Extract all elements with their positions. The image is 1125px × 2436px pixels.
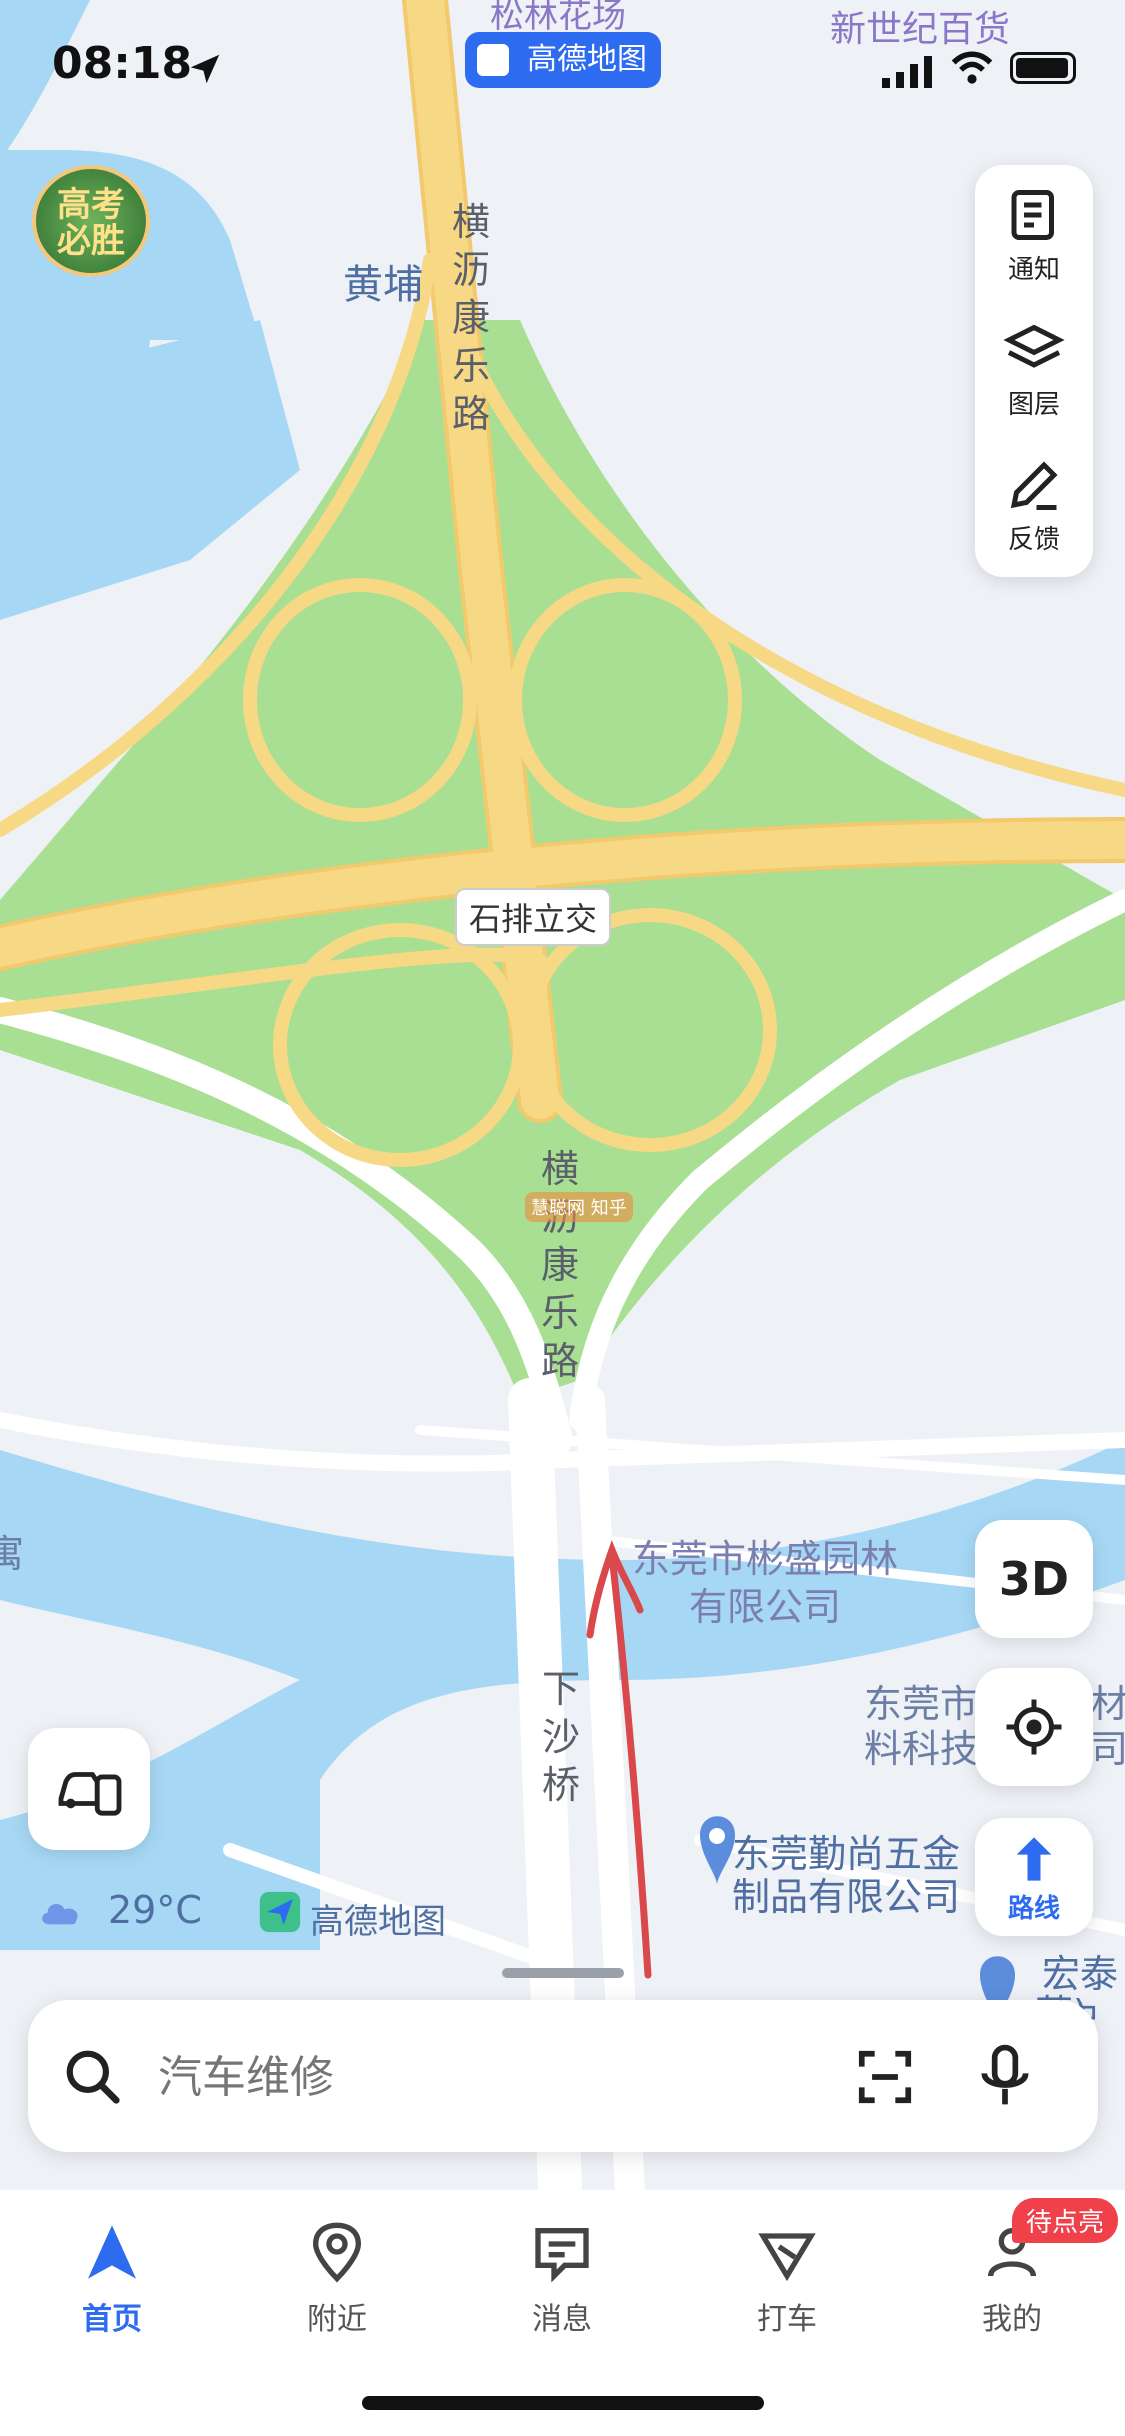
search-input[interactable] bbox=[156, 2040, 760, 2114]
feedback-label: 反馈 bbox=[1007, 525, 1060, 555]
edit-pen-icon bbox=[1010, 461, 1058, 510]
route-arrow-icon bbox=[1016, 1837, 1052, 1881]
weather-temp: 29°C bbox=[108, 1888, 202, 1932]
tab-home-label: 首页 bbox=[82, 2302, 142, 2337]
feedback-button[interactable]: 反馈 bbox=[975, 455, 1093, 556]
signal-icon bbox=[882, 56, 932, 88]
sheet-drag-handle[interactable] bbox=[502, 1968, 624, 1978]
3d-toggle-button[interactable]: 3D bbox=[975, 1520, 1093, 1638]
tab-home[interactable]: 首页 bbox=[37, 2220, 187, 2338]
notice-icon bbox=[1011, 190, 1054, 240]
map-label-company2-line1[interactable]: 东莞市 bbox=[864, 1680, 978, 1728]
amap-logo-icon bbox=[259, 1891, 301, 1933]
message-icon bbox=[535, 2228, 589, 2283]
scan-icon[interactable] bbox=[854, 2046, 916, 2108]
locate-me-button[interactable] bbox=[975, 1668, 1093, 1786]
cloud-icon bbox=[42, 1903, 78, 1925]
status-time: 08:18 bbox=[52, 38, 193, 89]
tab-messages[interactable]: 消息 bbox=[487, 2220, 637, 2338]
interchange-label[interactable]: 石排立交 bbox=[455, 888, 612, 946]
tab-messages-label: 消息 bbox=[532, 2302, 592, 2337]
layers-label: 图层 bbox=[1007, 390, 1060, 420]
status-bar: 08:18 bbox=[0, 0, 1125, 130]
route-button[interactable]: 路线 bbox=[975, 1818, 1093, 1936]
battery-icon bbox=[1010, 52, 1076, 84]
map-label-road-north[interactable]: 横沥康乐路 bbox=[446, 198, 496, 438]
map-label-bridge[interactable]: 下沙桥 bbox=[536, 1665, 586, 1809]
map-label-company3-line1[interactable]: 东莞勤尚五金 bbox=[732, 1830, 960, 1878]
tab-nearby-label: 附近 bbox=[307, 2302, 367, 2337]
profile-badge: 待点亮 bbox=[1012, 2198, 1119, 2243]
map-label-company3-line2[interactable]: 制品有限公司 bbox=[732, 1873, 960, 1921]
wifi-icon bbox=[951, 51, 993, 84]
map-label-edge1-line1[interactable]: 材 bbox=[1090, 1680, 1125, 1728]
search-icon bbox=[66, 2050, 120, 2104]
map-label-edge1-line2[interactable]: 司 bbox=[1090, 1725, 1125, 1773]
tab-taxi[interactable]: 打车 bbox=[712, 2220, 862, 2338]
notice-label: 通知 bbox=[1007, 255, 1060, 285]
layers-icon bbox=[1003, 324, 1065, 368]
tab-nearby[interactable]: 附近 bbox=[262, 2220, 412, 2338]
location-arrow-icon bbox=[190, 54, 220, 84]
crosshair-icon bbox=[1006, 1699, 1062, 1755]
map-tool-panel: 通知 图层 反馈 bbox=[975, 165, 1093, 577]
map-label-left-edge[interactable]: 寓 bbox=[0, 1530, 24, 1578]
tab-taxi-label: 打车 bbox=[757, 2302, 817, 2337]
location-pin-icon bbox=[312, 2222, 362, 2283]
map-label-road-south[interactable]: 横沥康乐路 bbox=[535, 1145, 585, 1385]
navigate-arrow-icon bbox=[88, 2225, 136, 2279]
map-label-company1[interactable]: 东莞市彬盛园林有限公司 bbox=[630, 1535, 900, 1631]
search-bar[interactable] bbox=[28, 2000, 1098, 2152]
promo-badge[interactable]: 高考必胜 bbox=[32, 165, 150, 277]
map-label-company2-line2[interactable]: 料科技 bbox=[864, 1725, 978, 1773]
map-watermark: 慧聪网 知乎 bbox=[525, 1192, 633, 1222]
car-mode-button[interactable] bbox=[28, 1728, 150, 1850]
tab-profile-label: 我的 bbox=[982, 2302, 1042, 2337]
notice-button[interactable]: 通知 bbox=[975, 185, 1093, 286]
car-phone-icon bbox=[58, 1772, 122, 1816]
home-indicator bbox=[362, 2396, 764, 2410]
map-label-huangpu[interactable]: 黄埔 bbox=[343, 252, 423, 310]
taxi-icon bbox=[758, 2233, 816, 2282]
layers-button[interactable]: 图层 bbox=[975, 320, 1093, 421]
microphone-icon[interactable] bbox=[974, 2042, 1036, 2110]
